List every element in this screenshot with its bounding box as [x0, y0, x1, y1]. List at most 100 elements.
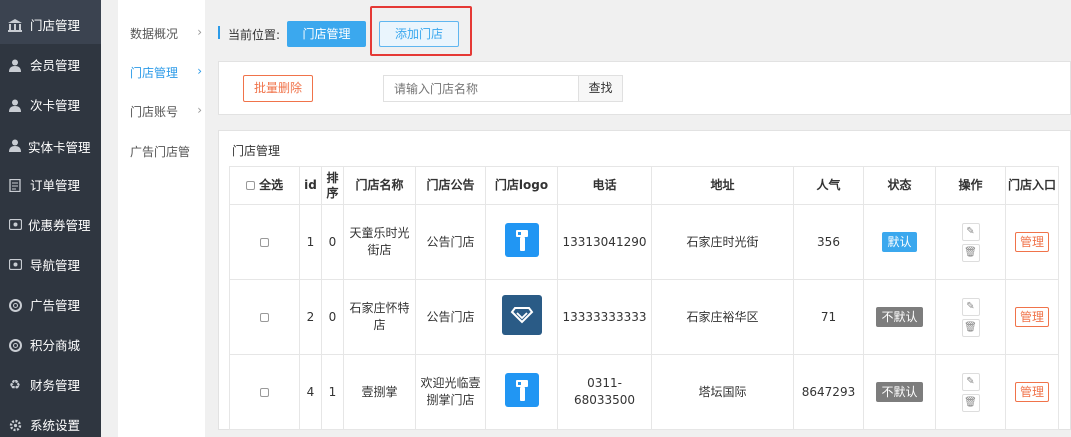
chevron-right-icon: › [197, 64, 202, 78]
store-logo [504, 372, 539, 407]
manage-button[interactable]: 管理 [1015, 307, 1049, 327]
select-all-header[interactable]: 全选 [229, 166, 300, 205]
sidebar-item-label: 会员管理 [30, 58, 81, 73]
row-id: 2 [299, 279, 322, 355]
sidebar-item-label: 次卡管理 [30, 98, 81, 113]
row-notice: 欢迎光临壹捌掌门店 [415, 354, 486, 430]
row-entry-cell: 管理 [1005, 279, 1059, 355]
row-checkbox[interactable] [260, 312, 269, 322]
submenu-item-overview[interactable]: 数据概况 › [130, 25, 202, 42]
status-badge[interactable]: 不默认 [876, 307, 923, 327]
document-icon [8, 178, 22, 193]
row-notice: 公告门店 [415, 279, 486, 355]
sidebar-item-ads[interactable]: 广告管理 [0, 298, 101, 314]
sidebar-item-store[interactable]: 门店管理 [0, 0, 101, 44]
store-search-input[interactable] [383, 75, 579, 102]
row-logo-cell [485, 279, 558, 355]
submenu-item-store-manage[interactable]: 门店管理 › [130, 64, 202, 81]
chevron-right-icon: › [197, 103, 202, 117]
row-id: 4 [299, 354, 322, 430]
column-header-notice: 门店公告 [415, 166, 486, 205]
row-phone: 13313041290 [557, 204, 652, 280]
sidebar-item-label: 系统设置 [30, 418, 81, 433]
row-notice: 公告门店 [415, 204, 486, 280]
sidebar-item-times-card[interactable]: 次卡管理 [0, 98, 101, 114]
row-id: 1 [299, 204, 322, 280]
sidebar-item-label: 广告管理 [30, 298, 81, 313]
highlight-box [370, 6, 472, 56]
edit-icon[interactable]: ✎ [961, 222, 980, 241]
bank-icon [8, 19, 22, 33]
row-select-cell [229, 204, 300, 280]
row-name: 天童乐时光街店 [343, 204, 416, 280]
manage-button[interactable]: 管理 [1015, 232, 1049, 252]
trash-icon[interactable]: 🗑 [961, 318, 980, 337]
sub-menu: 数据概况 › 门店管理 › 门店账号 › 广告门店管 [118, 0, 205, 437]
store-table-panel: 门店管理 全选 id 排序 门店名称 门店公告 门店logo 电话 地址 人气 … [218, 130, 1071, 430]
edit-icon[interactable]: ✎ [961, 372, 980, 391]
column-header-entry: 门店入口 [1005, 166, 1059, 205]
sidebar-item-coupons[interactable]: 优惠券管理 [0, 218, 92, 234]
sidebar-item-label: 导航管理 [30, 258, 81, 273]
row-logo-cell [485, 354, 558, 430]
search-button[interactable]: 查找 [578, 75, 623, 102]
row-address: 石家庄时光街 [651, 204, 794, 280]
row-checkbox[interactable] [260, 387, 269, 397]
row-phone: 0311-68033500 [557, 354, 652, 430]
row-address: 石家庄裕华区 [651, 279, 794, 355]
sidebar-item-member[interactable]: 会员管理 [0, 58, 101, 74]
submenu-item-label: 广告门店管 [130, 145, 191, 159]
trash-icon[interactable]: 🗑 [961, 393, 980, 412]
row-action-cell: ✎ 🗑 [935, 279, 1006, 355]
sidebar-item-points-mall[interactable]: 积分商城 [0, 338, 101, 354]
submenu-item-label: 门店管理 [130, 66, 179, 80]
batch-delete-button[interactable]: 批量删除 [243, 75, 313, 102]
sidebar-item-label: 订单管理 [30, 178, 81, 193]
row-select-cell [229, 279, 300, 355]
sidebar-item-navigation[interactable]: 导航管理 [0, 258, 101, 274]
column-header-phone: 电话 [557, 166, 652, 205]
breadcrumb-current-button[interactable]: 门店管理 [287, 21, 366, 47]
lifebuoy-icon [8, 339, 22, 353]
user-icon [8, 99, 22, 113]
select-all-checkbox[interactable] [245, 181, 255, 190]
trash-icon[interactable]: 🗑 [961, 243, 980, 262]
row-sort: 0 [321, 204, 344, 280]
row-phone: 13333333333 [557, 279, 652, 355]
submenu-item-store-account[interactable]: 门店账号 › [130, 103, 202, 120]
sidebar-item-label: 积分商城 [30, 338, 81, 353]
column-header-action: 操作 [935, 166, 1006, 205]
sidebar-item-physical-card[interactable]: 实体卡管理 [0, 138, 92, 156]
sidebar-item-settings[interactable]: 系统设置 [0, 418, 101, 434]
column-header-name: 门店名称 [343, 166, 416, 205]
table-header-row: 全选 id 排序 门店名称 门店公告 门店logo 电话 地址 人气 状态 操作… [229, 166, 1059, 205]
sidebar-item-label: 优惠券管理 [8, 218, 91, 234]
sidebar-item-orders[interactable]: 订单管理 [0, 178, 101, 194]
submenu-item-label: 数据概况 [130, 27, 179, 41]
row-checkbox[interactable] [260, 237, 269, 247]
column-header-logo: 门店logo [485, 166, 558, 205]
column-header-id: id [299, 166, 322, 205]
submenu-item-ad-store[interactable]: 广告门店管 [130, 143, 205, 160]
row-action-cell: ✎ 🗑 [935, 204, 1006, 280]
column-header-popularity: 人气 [793, 166, 864, 205]
recycle-icon: ♻ [9, 378, 21, 393]
column-header-address: 地址 [651, 166, 794, 205]
table-row: 4 1 壹捌掌 欢迎光临壹捌掌门店 0311-68033500 塔坛国际 864… [229, 354, 1059, 430]
toolbar: 批量删除 查找 [218, 61, 1071, 115]
column-header-status: 状态 [863, 166, 936, 205]
sidebar-item-label: 财务管理 [30, 378, 81, 393]
manage-button[interactable]: 管理 [1015, 382, 1049, 402]
breadcrumb-label: 当前位置: [228, 28, 281, 42]
store-table: 全选 id 排序 门店名称 门店公告 门店logo 电话 地址 人气 状态 操作… [229, 166, 1059, 430]
row-action-cell: ✎ 🗑 [935, 354, 1006, 430]
sidebar-item-label: 门店管理 [30, 18, 81, 33]
sidebar-item-finance[interactable]: ♻ 财务管理 [0, 378, 101, 394]
status-badge[interactable]: 不默认 [876, 382, 923, 402]
main-sidebar: 门店管理 会员管理 次卡管理 实体卡管理 订单管理 优惠券管理 导航管理 广告管… [0, 0, 101, 437]
status-badge[interactable]: 默认 [882, 232, 917, 252]
sidebar-item-text: 优惠券管理 [28, 218, 91, 233]
panel-title: 门店管理 [232, 144, 281, 158]
edit-icon[interactable]: ✎ [961, 297, 980, 316]
row-logo-cell [485, 204, 558, 280]
